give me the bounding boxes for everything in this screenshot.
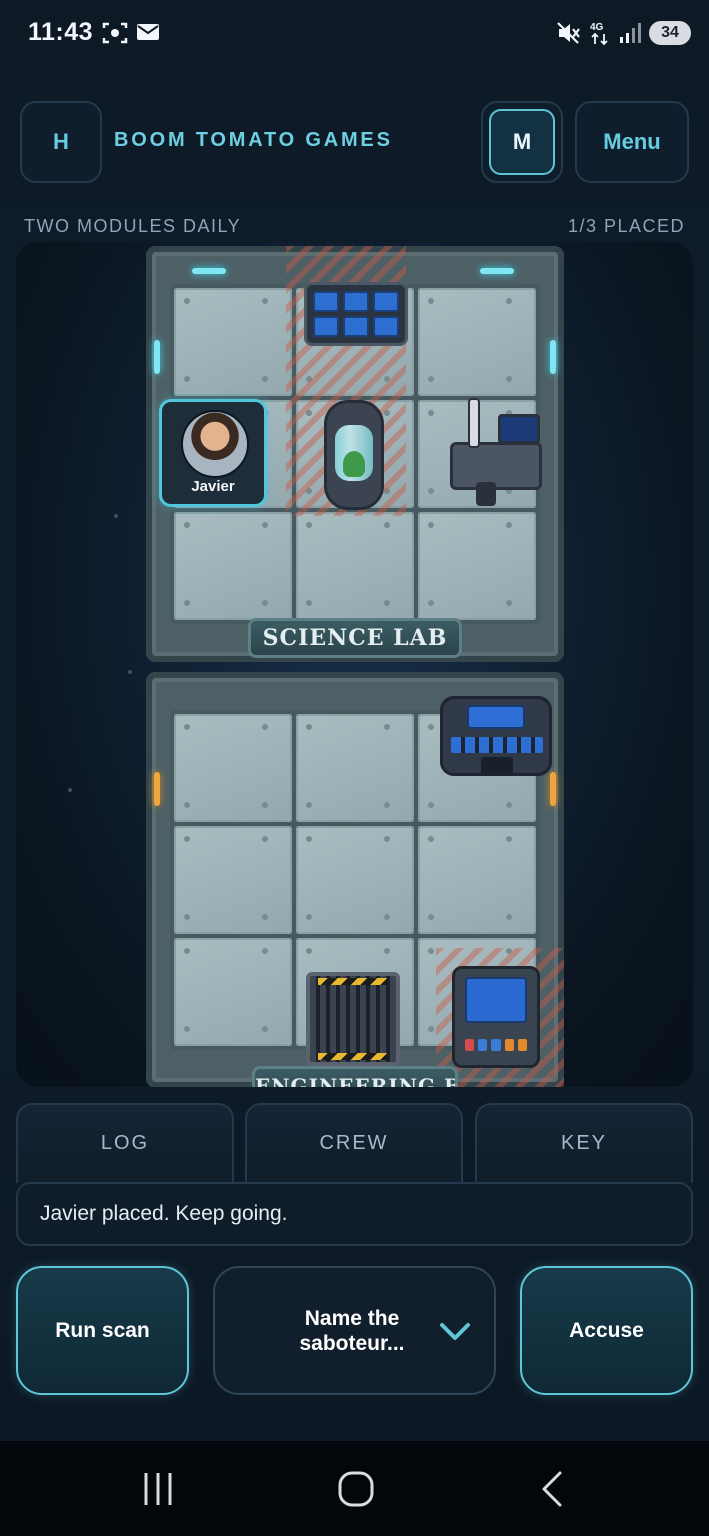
recent-apps-icon[interactable] — [140, 1469, 176, 1509]
module-engineering-bay[interactable]: ENGINEERING BAY — [146, 672, 564, 1087]
crew-token-javier[interactable]: Javier — [159, 399, 267, 507]
battery-icon: 34 — [649, 21, 691, 45]
star — [114, 514, 118, 518]
svg-text:4G: 4G — [590, 22, 604, 33]
control-console — [440, 696, 552, 776]
lab-workstation — [450, 398, 546, 506]
status-light — [550, 772, 556, 806]
run-scan-label: Run scan — [55, 1318, 150, 1342]
tab-key[interactable]: KEY — [475, 1103, 693, 1183]
status-icons-left — [102, 21, 160, 45]
status-light — [154, 340, 160, 374]
avatar — [181, 410, 249, 478]
status-time: 11:43 — [28, 18, 94, 46]
mail-icon — [137, 24, 159, 40]
module-label: SCIENCE LAB — [248, 618, 462, 658]
network-4g-icon: 4G — [590, 22, 608, 46]
tab-crew[interactable]: CREW — [245, 1103, 463, 1183]
signal-icon — [620, 23, 641, 43]
placement-progress: 1/3 PLACED — [567, 216, 685, 236]
saboteur-select-placeholder: Name the saboteur... — [299, 1306, 405, 1355]
grid-cell[interactable] — [174, 714, 292, 822]
mute-icon — [557, 22, 580, 44]
grid-cell[interactable] — [174, 938, 292, 1046]
brand-title: BOOM TOMATO GAMES — [114, 129, 393, 151]
home-button[interactable]: H — [20, 101, 102, 183]
specimen-tube — [324, 400, 384, 510]
grid-cell[interactable] — [418, 288, 536, 396]
screen-record-icon — [102, 22, 128, 44]
grid-cell[interactable] — [296, 512, 414, 620]
home-nav-icon[interactable] — [336, 1469, 376, 1509]
system-nav-bar — [0, 1441, 709, 1536]
game-board: SCIENCE LAB ENGINEERING Javier — [16, 242, 693, 1087]
grid-cell[interactable] — [174, 512, 292, 620]
grid-cell[interactable] — [418, 826, 536, 934]
accuse-label: Accuse — [569, 1318, 644, 1342]
grid-cell[interactable] — [296, 714, 414, 822]
grid-cell[interactable] — [174, 288, 292, 396]
chevron-down-icon — [440, 1322, 470, 1340]
tab-log[interactable]: LOG — [16, 1103, 234, 1183]
game-mode-label: TWO MODULES DAILY — [24, 216, 242, 236]
status-light — [480, 268, 514, 274]
menu-button[interactable]: Menu — [575, 101, 689, 183]
status-bar: 11:43 4G 34 — [0, 0, 709, 70]
star — [128, 670, 132, 674]
status-light — [550, 340, 556, 374]
status-light — [192, 268, 226, 274]
run-scan-button[interactable]: Run scan — [16, 1266, 189, 1395]
monitor-wall — [304, 282, 408, 346]
grid-cell[interactable] — [296, 826, 414, 934]
module-label: ENGINEERING BAY — [252, 1066, 458, 1087]
grid-cell[interactable] — [418, 512, 536, 620]
accuse-button[interactable]: Accuse — [520, 1266, 693, 1395]
m-button-frame: M — [481, 101, 563, 183]
grid-cell[interactable] — [174, 826, 292, 934]
status-light — [154, 772, 160, 806]
back-icon[interactable] — [538, 1469, 568, 1509]
saboteur-select[interactable]: Name the saboteur... — [213, 1266, 496, 1395]
log-message: Javier placed. Keep going. — [16, 1182, 693, 1246]
crew-name: Javier — [191, 478, 235, 495]
floor-vent — [306, 972, 400, 1066]
status-icons-right: 4G 34 — [555, 20, 691, 46]
star — [68, 788, 72, 792]
m-button[interactable]: M — [489, 109, 555, 175]
engineering-terminal — [452, 966, 540, 1068]
